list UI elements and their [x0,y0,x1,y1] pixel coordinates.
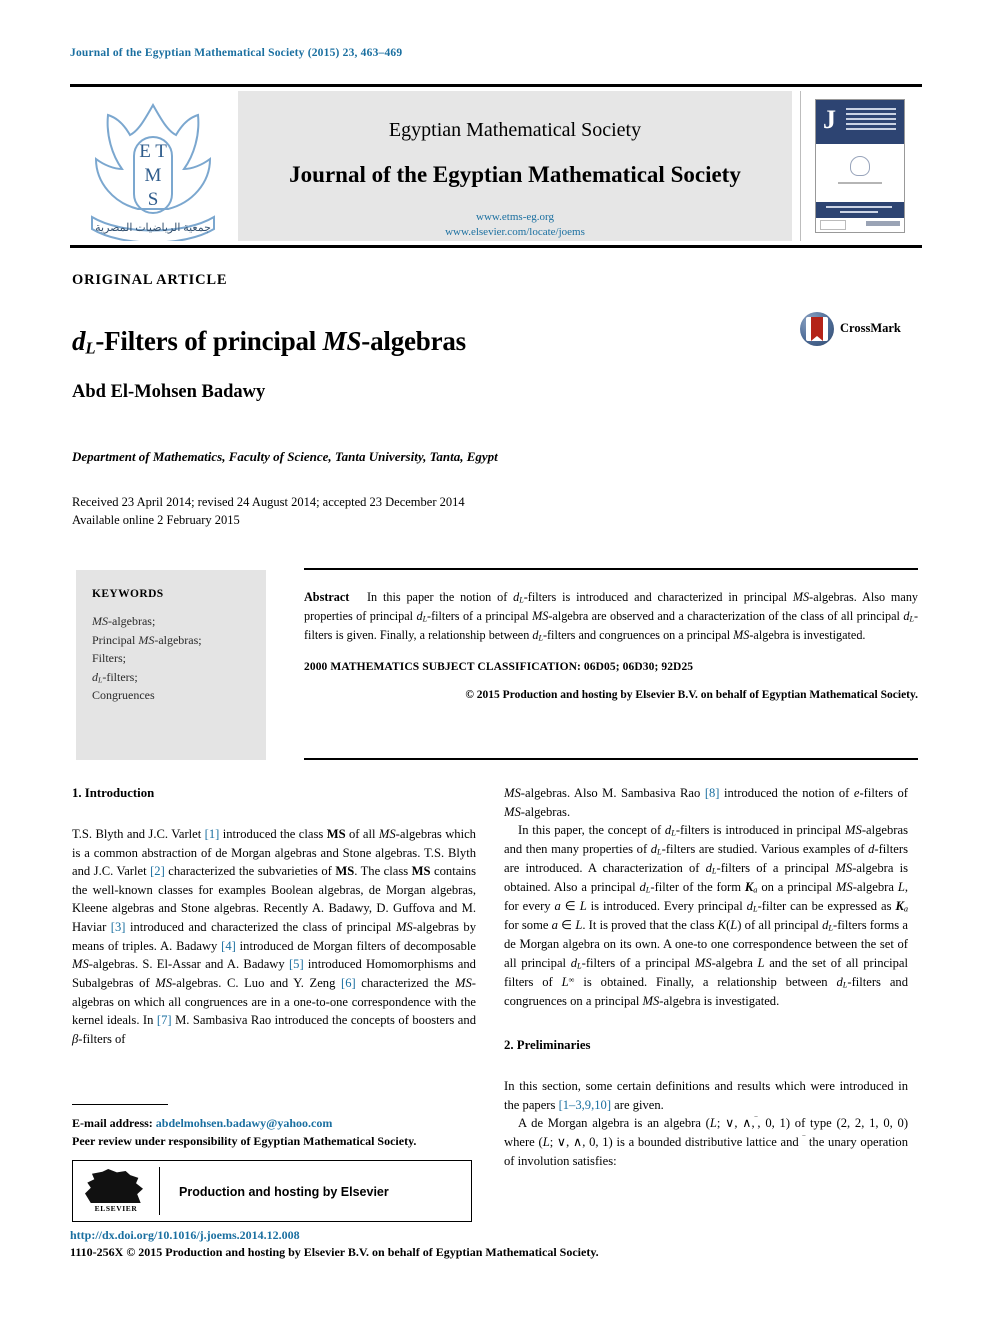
cover-band [816,202,904,218]
svg-text:E T: E T [139,141,167,162]
citation-ref-1[interactable]: [1] [205,827,220,841]
citation-ref-4[interactable]: [4] [221,939,236,953]
abstract-label: Abstract [304,590,350,604]
elsevier-logo-icon: ELSEVIER [85,1169,147,1215]
running-head: Journal of the Egyptian Mathematical Soc… [70,47,403,59]
keywords-box: KEYWORDS MS-algebras; Principal MS-algeb… [76,570,266,760]
production-hosting-text: Production and hosting by Elsevier [179,1185,389,1199]
peer-review-note: Peer review under responsibility of Egyp… [72,1134,417,1148]
keywords-list: MS-algebras; Principal MS-algebras; Filt… [92,612,252,705]
svg-text:S: S [148,189,159,210]
page-footer: http://dx.doi.org/10.1016/j.joems.2014.1… [70,1228,770,1260]
elsevier-url-link[interactable]: www.elsevier.com/locate/joems [238,225,792,240]
intro-paragraph-1: T.S. Blyth and J.C. Varlet [1] introduce… [72,826,477,1046]
title-ms: MS [322,326,362,357]
available-online-line: Available online 2 February 2015 [72,513,240,528]
email-footnote: E-mail address: abdelmohsen.badawy@yahoo… [72,1114,476,1132]
author-name: Abd El-Mohsen Badawy [72,382,266,402]
affiliation: Department of Mathematics, Faculty of Sc… [72,449,498,464]
right-column: MS-algebras. Also M. Sambasiva Rao [8] i… [504,784,908,1170]
journal-masthead: E T M S جمعية الرياضيات المصرية Egyptian… [70,84,922,248]
citation-ref-2[interactable]: [2] [150,864,165,878]
journal-cover-thumbnail: J [800,91,916,241]
crossmark-icon [800,312,834,346]
received-line: Received 23 April 2014; revised 24 Augus… [72,495,465,509]
title-mid: -Filters of principal [95,326,323,357]
keyword-item: dL-filters; [92,669,138,685]
citation-ref-8[interactable]: [8] [705,786,720,800]
title-suffix: -algebras [361,326,466,357]
issn-copyright-line: 1110-256X © 2015 Production and hosting … [70,1245,599,1259]
logo-divider [159,1167,160,1215]
prelim-paragraph-2: A de Morgan algebra is an algebra (L; ∨,… [504,1116,909,1168]
title-subscript: L [85,338,96,358]
cover-letter: J [823,105,836,134]
society-name: Egyptian Mathematical Society [388,119,642,141]
cover-footer [816,218,904,230]
article-type-label: ORIGINAL ARTICLE [72,272,228,288]
crossmark-label: CrossMark [840,321,901,335]
page-title: dL-Filters of principal MS-algebras [72,326,466,359]
keywords-heading: KEYWORDS [92,588,164,600]
footnotes-block: E-mail address: abdelmohsen.badawy@yahoo… [72,1104,476,1222]
citation-ref-7[interactable]: [7] [157,1013,172,1027]
section-heading-preliminaries: 2. Preliminaries [504,1038,591,1053]
society-url-link[interactable]: www.etms-eg.org [238,210,792,225]
etms-arabic-caption: جمعية الرياضيات المصرية [95,222,211,234]
left-column: 1. Introduction T.S. Blyth and J.C. Varl… [72,784,476,1048]
cover-caption-line [838,182,882,184]
title-d: d [72,326,86,357]
article-dates: Received 23 April 2014; revised 24 Augus… [72,493,465,529]
citation-ref-1-3-9-10[interactable]: [1–3,9,10] [559,1098,611,1112]
citation-ref-5[interactable]: [5] [289,957,304,971]
intro-paragraph-1-cont: MS-algebras. Also M. Sambasiva Rao [8] i… [504,786,908,819]
production-hosting-box: ELSEVIER Production and hosting by Elsev… [72,1160,472,1222]
email-label: E-mail address: [72,1116,153,1130]
footnote-rule [72,1104,168,1105]
cover-title-lines [846,108,896,133]
etms-logo-icon: E T M S جمعية الرياضيات المصرية [78,91,228,244]
doi-link[interactable]: http://dx.doi.org/10.1016/j.joems.2014.1… [70,1228,770,1243]
elsevier-wordmark: ELSEVIER [94,1204,138,1213]
intro-paragraph-2: In this paper, the concept of dL-filters… [504,823,908,1008]
msc-classification: 2000 MATHEMATICS SUBJECT CLASSIFICATION:… [304,661,694,674]
section-heading-introduction: 1. Introduction [72,786,155,800]
svg-text:M: M [145,165,162,186]
keyword-item: Congruences [92,688,155,703]
prelim-paragraph-1: In this section, some certain definition… [504,1079,908,1112]
citation-ref-6[interactable]: [6] [341,976,356,990]
abstract-block: Abstract In this paper the notion of dL-… [304,568,918,760]
journal-name: Journal of the Egyptian Mathematical Soc… [289,162,741,187]
keyword-item: Filters; [92,651,127,666]
crossmark-badge[interactable]: CrossMark [800,312,910,348]
email-link[interactable]: abdelmohsen.badawy@yahoo.com [156,1116,333,1130]
article-page: Journal of the Egyptian Mathematical Soc… [0,0,992,1323]
abstract-copyright: © 2015 Production and hosting by Elsevie… [465,689,918,702]
keyword-item: MS-algebras; [92,614,156,628]
masthead-center-panel: Egyptian Mathematical Society Journal of… [238,91,792,241]
keyword-item: Principal MS-algebras; [92,632,202,647]
citation-ref-3[interactable]: [3] [111,920,126,934]
abstract-text: Abstract In this paper the notion of dL-… [304,590,919,643]
cover-emblem-icon [850,156,870,176]
